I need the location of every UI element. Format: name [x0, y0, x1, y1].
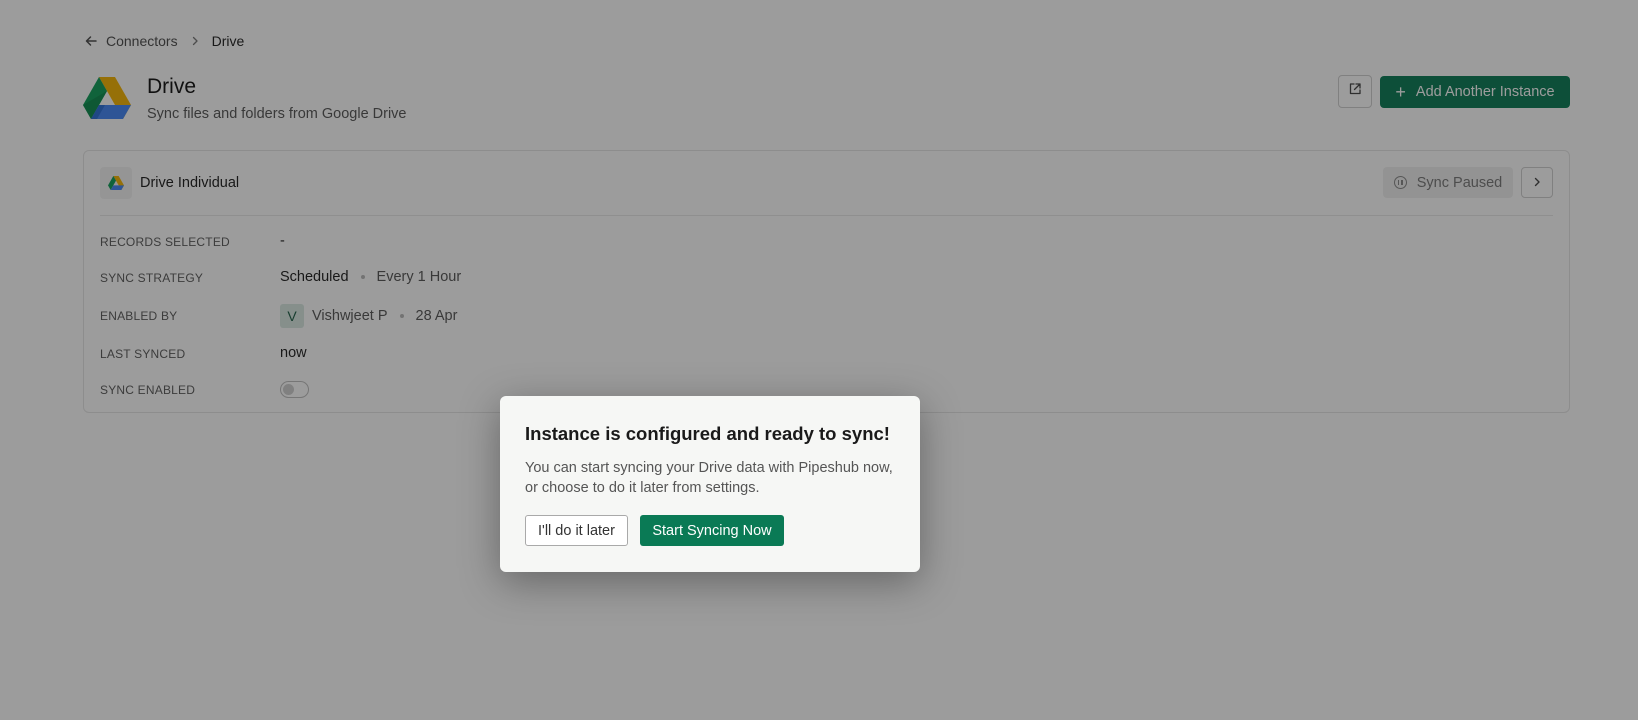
connector-page: Connectors Drive Drive Sync files and fo… [0, 0, 1638, 720]
modal-backdrop[interactable] [0, 0, 1638, 720]
do-it-later-button[interactable]: I'll do it later [525, 515, 628, 546]
dialog-message: You can start syncing your Drive data wi… [525, 460, 893, 496]
dialog-title: Instance is configured and ready to sync… [525, 423, 890, 444]
sync-ready-dialog: Instance is configured and ready to sync… [500, 396, 920, 572]
start-syncing-now-button[interactable]: Start Syncing Now [640, 515, 784, 546]
